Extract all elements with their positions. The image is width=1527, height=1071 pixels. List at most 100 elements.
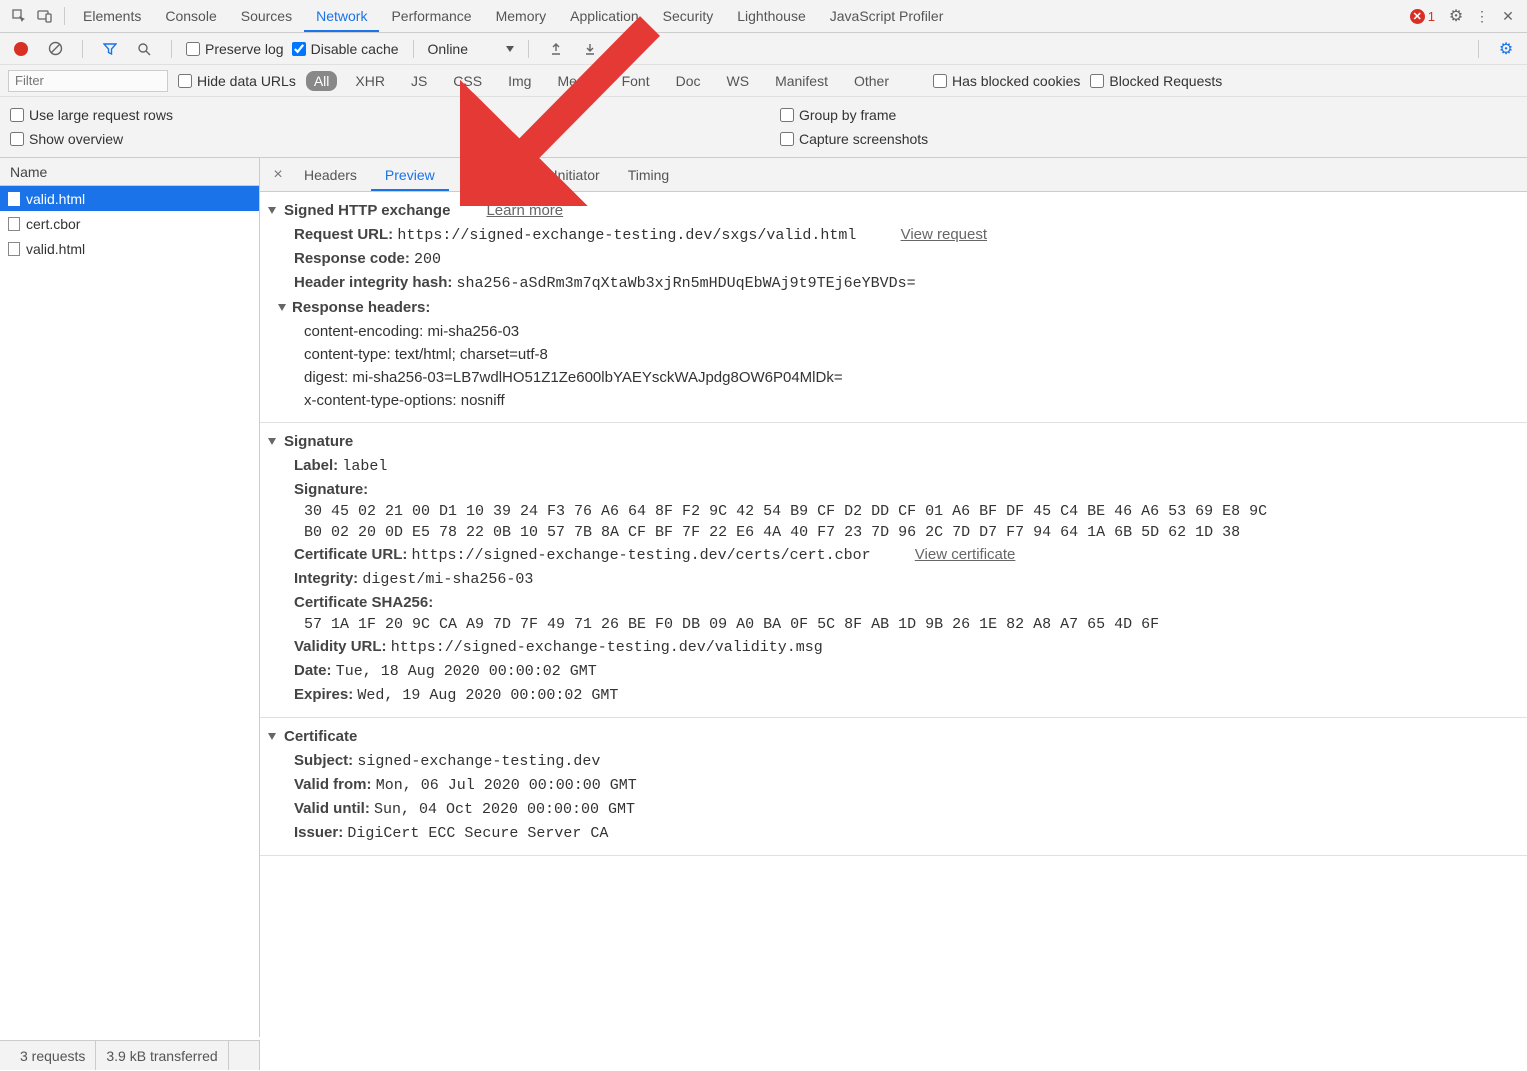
caret-icon[interactable] bbox=[268, 207, 276, 214]
integrity-value: digest/mi-sha256-03 bbox=[362, 571, 533, 588]
show-overview-checkbox[interactable]: Show overview bbox=[10, 131, 780, 147]
request-row[interactable]: valid.html bbox=[0, 186, 259, 211]
tab-application[interactable]: Application bbox=[558, 0, 651, 32]
section-signature: Signature Label: label Signature: 30 45 … bbox=[260, 423, 1527, 718]
network-settings-icon[interactable]: ⚙ bbox=[1493, 39, 1519, 59]
caret-icon[interactable] bbox=[278, 304, 286, 311]
preserve-log-checkbox[interactable]: Preserve log bbox=[186, 41, 284, 57]
valid-until-value: Sun, 04 Oct 2020 00:00:00 GMT bbox=[374, 801, 635, 818]
throttling-value: Online bbox=[428, 41, 468, 57]
tab-memory[interactable]: Memory bbox=[484, 0, 559, 32]
caret-icon[interactable] bbox=[268, 733, 276, 740]
detail-tab-initiator[interactable]: Initiator bbox=[540, 158, 614, 191]
expires-value: Wed, 19 Aug 2020 00:00:02 GMT bbox=[357, 687, 618, 704]
filter-icon[interactable] bbox=[97, 42, 123, 56]
tab-console[interactable]: Console bbox=[153, 0, 228, 32]
network-toolbar: Preserve log Disable cache Online ⚙ bbox=[0, 33, 1527, 65]
detail-tab-headers[interactable]: Headers bbox=[290, 158, 371, 191]
detail-tab-preview[interactable]: Preview bbox=[371, 158, 449, 191]
filter-toolbar: Hide data URLs All XHR JS CSS Img Media … bbox=[0, 65, 1527, 97]
filter-media[interactable]: Media bbox=[549, 71, 603, 91]
request-detail-panel: × Headers Preview Response Initiator Tim… bbox=[260, 158, 1527, 1037]
capture-screenshots-checkbox[interactable]: Capture screenshots bbox=[780, 131, 928, 147]
tab-lighthouse[interactable]: Lighthouse bbox=[725, 0, 818, 32]
close-detail-icon[interactable]: × bbox=[266, 166, 290, 184]
request-row[interactable]: cert.cbor bbox=[0, 211, 259, 236]
large-request-rows-checkbox[interactable]: Use large request rows bbox=[10, 107, 780, 123]
throttling-select[interactable]: Online bbox=[428, 41, 514, 57]
filter-ws[interactable]: WS bbox=[719, 71, 758, 91]
disable-cache-checkbox[interactable]: Disable cache bbox=[292, 41, 399, 57]
close-devtools-icon[interactable]: ✕ bbox=[1495, 8, 1521, 25]
group-by-frame-label: Group by frame bbox=[799, 107, 896, 123]
filter-other[interactable]: Other bbox=[846, 71, 897, 91]
rh-value: mi-sha256-03=LB7wdlHO51Z1Ze600lbYAEYsckW… bbox=[352, 369, 842, 386]
request-list-panel: Name valid.html cert.cbor valid.html bbox=[0, 158, 260, 1037]
filter-input[interactable] bbox=[8, 70, 168, 92]
cert-url-value: https://signed-exchange-testing.dev/cert… bbox=[412, 547, 871, 564]
separator bbox=[528, 40, 529, 58]
record-icon[interactable] bbox=[8, 42, 34, 56]
cert-sha-value: 57 1A 1F 20 9C CA A9 7D 7F 49 71 26 BE F… bbox=[260, 614, 1527, 635]
response-code-value: 200 bbox=[414, 251, 441, 268]
tab-sources[interactable]: Sources bbox=[229, 0, 304, 32]
issuer-key: Issuer: bbox=[294, 824, 343, 841]
preserve-log-label: Preserve log bbox=[205, 41, 284, 57]
request-name: valid.html bbox=[26, 241, 85, 257]
header-integrity-key: Header integrity hash: bbox=[294, 274, 452, 291]
has-blocked-cookies-checkbox[interactable]: Has blocked cookies bbox=[933, 73, 1080, 89]
group-by-frame-checkbox[interactable]: Group by frame bbox=[780, 107, 928, 123]
device-toggle-icon[interactable] bbox=[32, 8, 58, 24]
rh-value: mi-sha256-03 bbox=[427, 323, 519, 340]
tab-network[interactable]: Network bbox=[304, 0, 379, 32]
cert-sha-key: Certificate SHA256: bbox=[294, 594, 433, 611]
clear-icon[interactable] bbox=[42, 41, 68, 56]
section-sxg: Signed HTTP exchange Learn more Request … bbox=[260, 192, 1527, 423]
hide-data-urls-checkbox[interactable]: Hide data URLs bbox=[178, 73, 296, 89]
upload-icon[interactable] bbox=[543, 42, 569, 56]
view-certificate-link[interactable]: View certificate bbox=[915, 546, 1016, 563]
error-icon: ✕ bbox=[1410, 9, 1425, 24]
section-certificate: Certificate Subject: signed-exchange-tes… bbox=[260, 718, 1527, 856]
integrity-key: Integrity: bbox=[294, 570, 358, 587]
has-blocked-cookies-label: Has blocked cookies bbox=[952, 73, 1080, 89]
filter-img[interactable]: Img bbox=[500, 71, 539, 91]
valid-from-value: Mon, 06 Jul 2020 00:00:00 GMT bbox=[376, 777, 637, 794]
separator bbox=[82, 40, 83, 58]
request-list: valid.html cert.cbor valid.html bbox=[0, 186, 259, 1037]
filter-js[interactable]: JS bbox=[403, 71, 435, 91]
expires-key: Expires: bbox=[294, 686, 353, 703]
filter-font[interactable]: Font bbox=[614, 71, 658, 91]
learn-more-link[interactable]: Learn more bbox=[486, 202, 563, 219]
network-options: Use large request rows Show overview Gro… bbox=[0, 97, 1527, 158]
tab-security[interactable]: Security bbox=[651, 0, 726, 32]
separator bbox=[413, 40, 414, 58]
search-icon[interactable] bbox=[131, 42, 157, 56]
inspect-icon[interactable] bbox=[6, 8, 32, 24]
tab-performance[interactable]: Performance bbox=[379, 0, 483, 32]
more-icon[interactable]: ⋮ bbox=[1469, 8, 1495, 25]
filter-all[interactable]: All bbox=[306, 71, 338, 91]
tab-jsprofiler[interactable]: JavaScript Profiler bbox=[818, 0, 956, 32]
status-transferred: 3.9 kB transferred bbox=[96, 1041, 228, 1070]
request-row[interactable]: valid.html bbox=[0, 236, 259, 261]
preview-body: Signed HTTP exchange Learn more Request … bbox=[260, 192, 1527, 1037]
detail-tab-timing[interactable]: Timing bbox=[614, 158, 684, 191]
filter-doc[interactable]: Doc bbox=[668, 71, 709, 91]
caret-icon[interactable] bbox=[268, 438, 276, 445]
settings-icon[interactable]: ⚙ bbox=[1443, 6, 1469, 26]
document-icon bbox=[8, 242, 20, 256]
blocked-requests-label: Blocked Requests bbox=[1109, 73, 1222, 89]
blocked-requests-checkbox[interactable]: Blocked Requests bbox=[1090, 73, 1222, 89]
error-badge[interactable]: ✕ 1 bbox=[1410, 9, 1435, 24]
view-request-link[interactable]: View request bbox=[901, 226, 987, 243]
validity-url-key: Validity URL: bbox=[294, 638, 387, 655]
filter-css[interactable]: CSS bbox=[445, 71, 490, 91]
label-key: Label: bbox=[294, 457, 338, 474]
download-icon[interactable] bbox=[577, 42, 603, 56]
name-column-header[interactable]: Name bbox=[0, 158, 259, 186]
tab-elements[interactable]: Elements bbox=[71, 0, 153, 32]
detail-tab-response[interactable]: Response bbox=[449, 158, 540, 191]
filter-manifest[interactable]: Manifest bbox=[767, 71, 836, 91]
filter-xhr[interactable]: XHR bbox=[347, 71, 393, 91]
